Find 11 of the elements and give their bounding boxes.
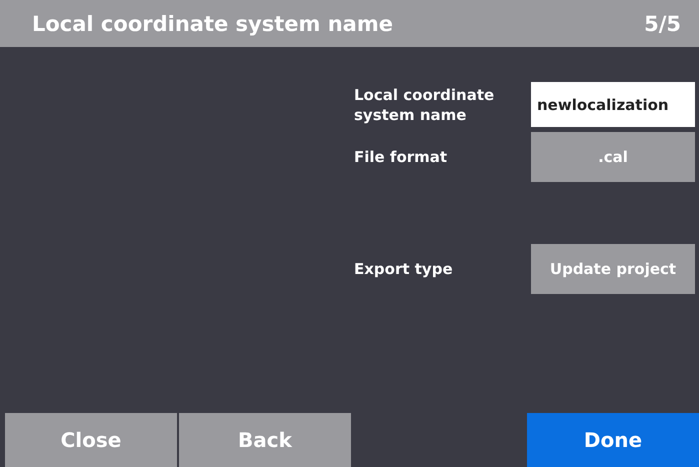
name-input-field[interactable]: newlocalization bbox=[531, 82, 695, 127]
step-counter: 5/5 bbox=[644, 12, 681, 36]
option-button[interactable]: .cal bbox=[531, 132, 695, 182]
done-button[interactable]: Done bbox=[527, 413, 699, 467]
option-button[interactable]: Update project bbox=[531, 244, 695, 294]
nav-button[interactable]: Close bbox=[5, 413, 177, 467]
field-label: Local coordinate system name bbox=[354, 84, 496, 124]
field-label: File format bbox=[354, 147, 448, 167]
window-title: Local coordinate system name bbox=[32, 12, 393, 36]
nav-button[interactable]: Back bbox=[179, 413, 351, 467]
field-label: Export type bbox=[354, 259, 454, 279]
